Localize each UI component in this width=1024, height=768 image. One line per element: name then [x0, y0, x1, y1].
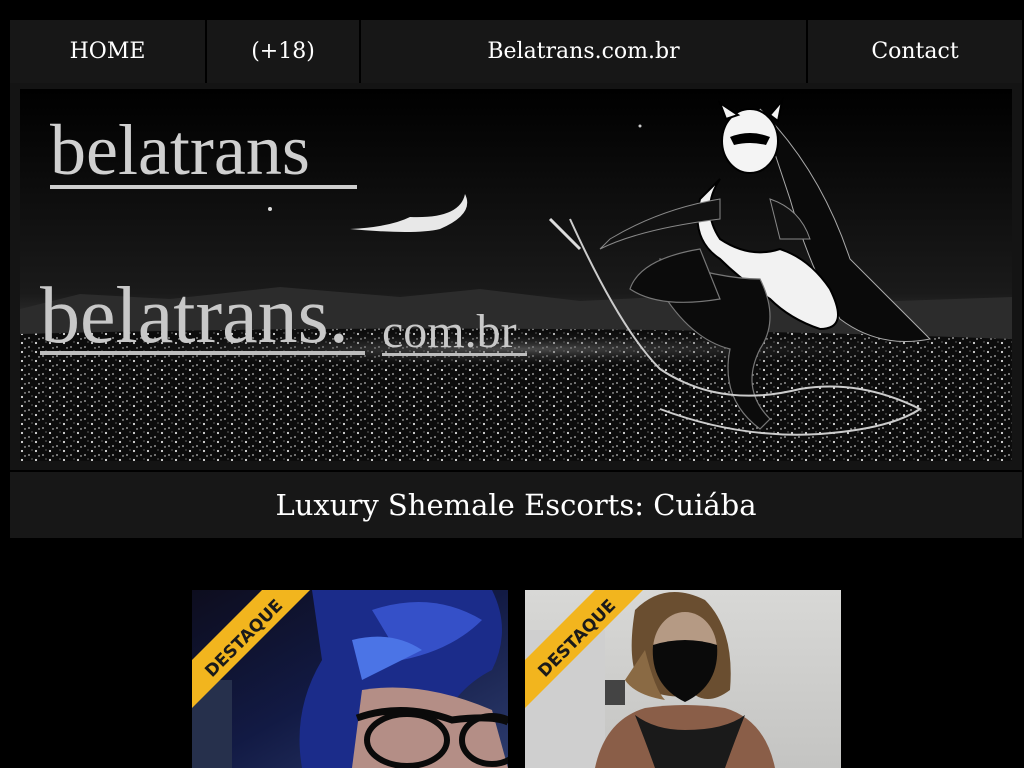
banner-logo-top: belatrans: [50, 110, 310, 190]
top-nav: HOME (+18) Belatrans.com.br Contact: [10, 20, 1022, 83]
banner-artwork: belatrans belatrans. com.br: [20, 89, 1012, 461]
nav-site-link[interactable]: Belatrans.com.br: [361, 20, 806, 83]
banner-logo-suffix: com.br: [382, 305, 517, 358]
profile-card[interactable]: DESTAQUE: [192, 590, 508, 768]
profile-photo: DESTAQUE: [525, 590, 841, 768]
profile-photo: DESTAQUE: [192, 590, 508, 768]
banner-logo-main: belatrans.: [40, 272, 349, 360]
nav-adult-link[interactable]: (+18): [207, 20, 359, 83]
banner-image[interactable]: belatrans belatrans. com.br: [20, 89, 1012, 461]
profile-card[interactable]: DESTAQUE: [525, 590, 841, 768]
header-banner: belatrans belatrans. com.br: [10, 83, 1022, 470]
page-title: Luxury Shemale Escorts: Cuiába: [10, 472, 1022, 538]
page: HOME (+18) Belatrans.com.br Contact bela…: [0, 0, 1024, 768]
nav-home-link[interactable]: HOME: [10, 20, 205, 83]
nav-contact-link[interactable]: Contact: [808, 20, 1022, 83]
